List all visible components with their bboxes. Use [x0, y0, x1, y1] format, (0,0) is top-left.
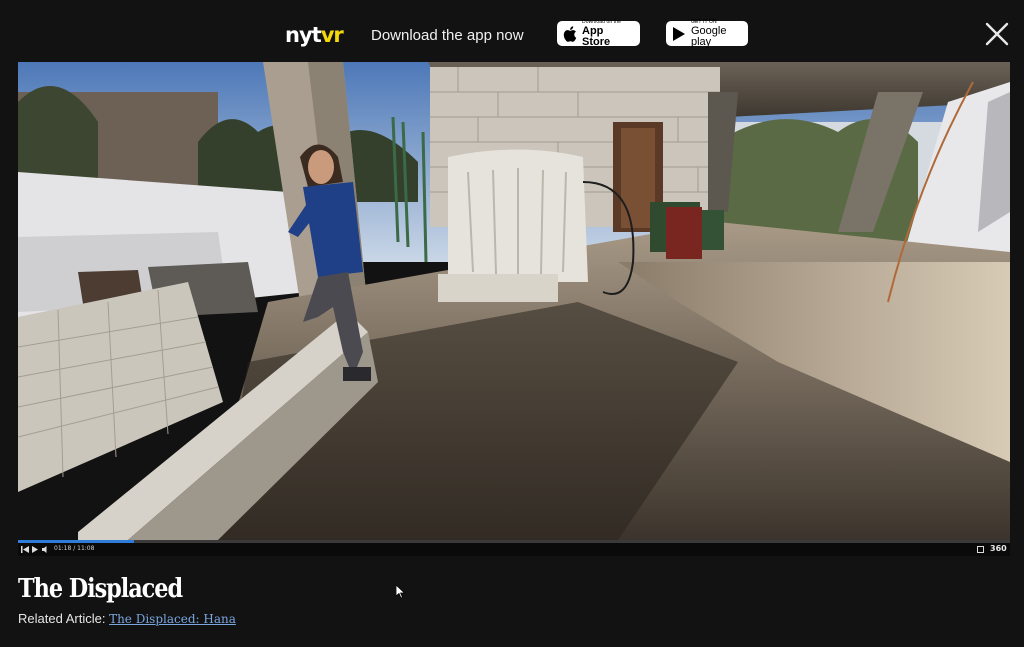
download-app-text: Download the app now	[371, 27, 524, 44]
related-article-link[interactable]: The Displaced: Hana	[109, 612, 236, 626]
logo-nyt-text: nyt	[285, 23, 322, 47]
app-store-small-text: Download on the	[582, 18, 622, 25]
video-360-viewport[interactable]	[18, 62, 1010, 540]
app-store-button[interactable]: Download on the App Store	[557, 18, 640, 48]
vr-player-page: nytvr Download the app now Download on t…	[0, 0, 1024, 647]
app-promo-bar: nytvr Download the app now Download on t…	[0, 0, 1024, 62]
volume-icon[interactable]	[42, 546, 49, 553]
mouse-cursor-icon	[396, 585, 406, 599]
app-store-big-text: App Store	[582, 24, 611, 48]
badge-360: 360	[990, 544, 1007, 553]
logo-vr-text: vr	[320, 23, 344, 47]
skip-back-icon[interactable]	[21, 546, 29, 553]
close-icon[interactable]	[985, 22, 1009, 46]
video-frame-scene	[18, 62, 1010, 540]
play-icon[interactable]	[32, 546, 38, 553]
page-title: The Displaced	[18, 574, 183, 604]
play-icon	[673, 26, 685, 41]
related-article: Related Article: The Displaced: Hana	[18, 611, 236, 627]
fullscreen-icon[interactable]	[977, 546, 984, 553]
google-play-small-text: GET IT ON	[691, 18, 717, 25]
google-play-big-text: Google play	[691, 24, 727, 48]
video-controls: 01:18 / 11:08 360	[18, 540, 1010, 556]
time-display: 01:18 / 11:08	[54, 545, 95, 552]
google-play-button[interactable]: GET IT ON Google play	[666, 18, 748, 48]
progress-track[interactable]	[18, 540, 1010, 543]
progress-fill	[18, 540, 135, 543]
apple-icon	[563, 25, 577, 42]
nytvr-logo[interactable]: nytvr	[285, 23, 344, 47]
related-article-label: Related Article:	[18, 611, 106, 626]
